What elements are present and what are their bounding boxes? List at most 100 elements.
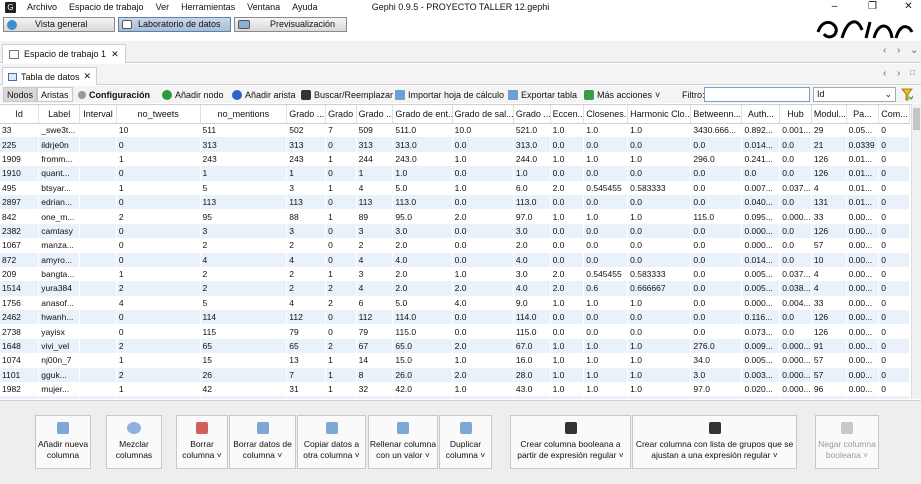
- table-cell[interactable]: [79, 252, 117, 267]
- table-cell[interactable]: 0.037...: [780, 267, 812, 281]
- table-cell[interactable]: 1: [200, 166, 287, 181]
- table-cell[interactable]: 42.0: [393, 382, 452, 396]
- column-header[interactable]: Hub: [779, 105, 812, 124]
- table-cell[interactable]: 0.005...: [741, 281, 780, 296]
- table-cell[interactable]: 0: [879, 353, 910, 367]
- table-cell[interactable]: 0: [878, 137, 910, 152]
- delete-column-button[interactable]: Borrar columna ˅: [176, 415, 228, 469]
- table-cell[interactable]: 0.000...: [742, 238, 780, 252]
- table-cell[interactable]: 2.0: [452, 367, 514, 383]
- table-cell[interactable]: hwanh...: [38, 310, 80, 325]
- table-cell[interactable]: 4: [356, 281, 393, 296]
- table-cell[interactable]: [80, 152, 117, 166]
- table-cell[interactable]: 16.0: [513, 353, 550, 367]
- table-cell[interactable]: 0.0: [780, 152, 812, 166]
- table-cell[interactable]: 0.0: [583, 310, 628, 325]
- search-replace-button[interactable]: Buscar/Reemplazar: [301, 87, 393, 102]
- table-cell[interactable]: 67: [356, 338, 393, 354]
- table-cell[interactable]: 0.0: [627, 396, 691, 399]
- table-cell[interactable]: 0.0: [690, 396, 742, 399]
- table-cell[interactable]: [79, 166, 117, 181]
- table-cell[interactable]: 2382: [0, 223, 39, 239]
- column-header[interactable]: Betweenn...: [690, 105, 743, 124]
- table-cell[interactable]: 45: [200, 396, 287, 399]
- table-cell[interactable]: 3.0: [513, 267, 550, 281]
- table-cell[interactable]: 0.0: [452, 238, 513, 252]
- table-cell[interactable]: 0.545455: [584, 267, 628, 281]
- table-cell[interactable]: 1.0: [584, 152, 628, 166]
- table-cell[interactable]: 57: [811, 238, 846, 252]
- table-cell[interactable]: 1.0: [628, 382, 691, 396]
- table-cell[interactable]: 97.0: [513, 209, 550, 223]
- table-cell[interactable]: 0.0: [780, 324, 812, 338]
- table-cell[interactable]: btsyar...: [39, 181, 80, 195]
- table-cell[interactable]: 115.0: [393, 324, 452, 338]
- table-cell[interactable]: 114: [200, 310, 287, 325]
- table-cell[interactable]: 0.0: [452, 252, 514, 267]
- table-cell[interactable]: bangta...: [39, 267, 80, 281]
- overview-button[interactable]: Vista general: [3, 17, 115, 32]
- table-cell[interactable]: 1: [326, 353, 357, 367]
- table-cell[interactable]: 0.0: [691, 181, 742, 195]
- table-cell[interactable]: 2.0: [513, 238, 550, 252]
- table-cell[interactable]: 0.0: [690, 137, 742, 152]
- fill-column-button[interactable]: Rellenar columna con un valor ˅: [368, 415, 438, 469]
- table-cell[interactable]: 0.0: [550, 223, 584, 239]
- table-cell[interactable]: 0.0: [452, 324, 513, 338]
- table-cell[interactable]: 1.0: [550, 338, 584, 354]
- table-cell[interactable]: 1.0: [583, 338, 628, 354]
- table-cell[interactable]: 1910: [0, 166, 39, 181]
- table-cell[interactable]: 4.0: [513, 252, 551, 267]
- tab-right-arrow-icon[interactable]: ›: [897, 45, 900, 56]
- workspace-tab[interactable]: Espacio de trabajo 1 ✕: [2, 44, 126, 63]
- table-cell[interactable]: 0.00...: [846, 382, 879, 396]
- table-row[interactable]: 1101 gguk... 2 26 7 1 8 26.0 2.0 28.0 1.0 1.0 1.0 3.0…: [0, 367, 910, 383]
- table-cell[interactable]: 0: [116, 252, 201, 267]
- column-header[interactable]: Closenes...: [583, 105, 629, 124]
- table-cell[interactable]: 0.0: [550, 396, 584, 399]
- table-cell[interactable]: 4.0: [513, 281, 551, 296]
- table-cell[interactable]: camtasy: [38, 223, 80, 239]
- table-cell[interactable]: 0.0: [583, 194, 628, 210]
- table-cell[interactable]: 0.0: [779, 137, 812, 152]
- table-cell[interactable]: 2: [326, 296, 357, 310]
- table-cell[interactable]: 2: [287, 267, 326, 281]
- table-cell[interactable]: 0.003...: [741, 367, 780, 383]
- column-header[interactable]: Label: [38, 105, 81, 124]
- table-cell[interactable]: 10: [811, 252, 847, 267]
- table-cell[interactable]: 502: [287, 123, 326, 137]
- table-cell[interactable]: 1.0: [392, 166, 453, 181]
- table-cell[interactable]: 0: [879, 238, 910, 252]
- table-cell[interactable]: 113: [200, 194, 287, 210]
- table-cell[interactable]: 2: [116, 209, 200, 223]
- configuration-button[interactable]: Configuración: [78, 87, 150, 102]
- table-cell[interactable]: 0: [116, 238, 200, 252]
- table-cell[interactable]: 0.0: [550, 194, 584, 210]
- table-cell[interactable]: 1.0: [550, 353, 584, 367]
- close-tab-icon[interactable]: ✕: [111, 49, 119, 60]
- table-cell[interactable]: 0.0: [691, 324, 742, 338]
- table-cell[interactable]: 0.00...: [846, 296, 879, 310]
- table-row[interactable]: 1514 yura384 2 2 2 2 4 2.0 2.0 4.0 2.0 0.6 0.666667 0…: [0, 281, 910, 296]
- table-cell[interactable]: 14: [356, 353, 393, 367]
- table-cell[interactable]: 1.0: [452, 152, 513, 166]
- table-cell[interactable]: 2: [325, 281, 357, 296]
- copy-column-data-button[interactable]: Copiar datos a otra columna ˅: [297, 415, 366, 469]
- table-cell[interactable]: 0.0: [779, 166, 812, 181]
- table-cell[interactable]: 4: [116, 296, 200, 310]
- add-edge-button[interactable]: Añadir arista: [232, 87, 296, 102]
- table-cell[interactable]: 1074: [0, 353, 39, 367]
- tab-list-icon[interactable]: ⌄: [910, 45, 918, 56]
- table-cell[interactable]: 0.0: [550, 137, 584, 152]
- table-cell[interactable]: 0.0: [779, 396, 812, 399]
- menu-ayuda[interactable]: Ayuda: [292, 2, 323, 12]
- table-cell[interactable]: 79: [287, 324, 326, 338]
- table-cell[interactable]: 0.000...: [779, 338, 812, 354]
- table-cell[interactable]: nataly_...: [38, 396, 80, 399]
- table-cell[interactable]: 1: [116, 152, 200, 166]
- table-cell[interactable]: 2.0: [392, 281, 453, 296]
- table-cell[interactable]: 113: [286, 194, 326, 210]
- table-cell[interactable]: 0: [878, 194, 910, 210]
- column-header[interactable]: Grado ...: [356, 105, 394, 124]
- table-cell[interactable]: 0: [878, 252, 910, 267]
